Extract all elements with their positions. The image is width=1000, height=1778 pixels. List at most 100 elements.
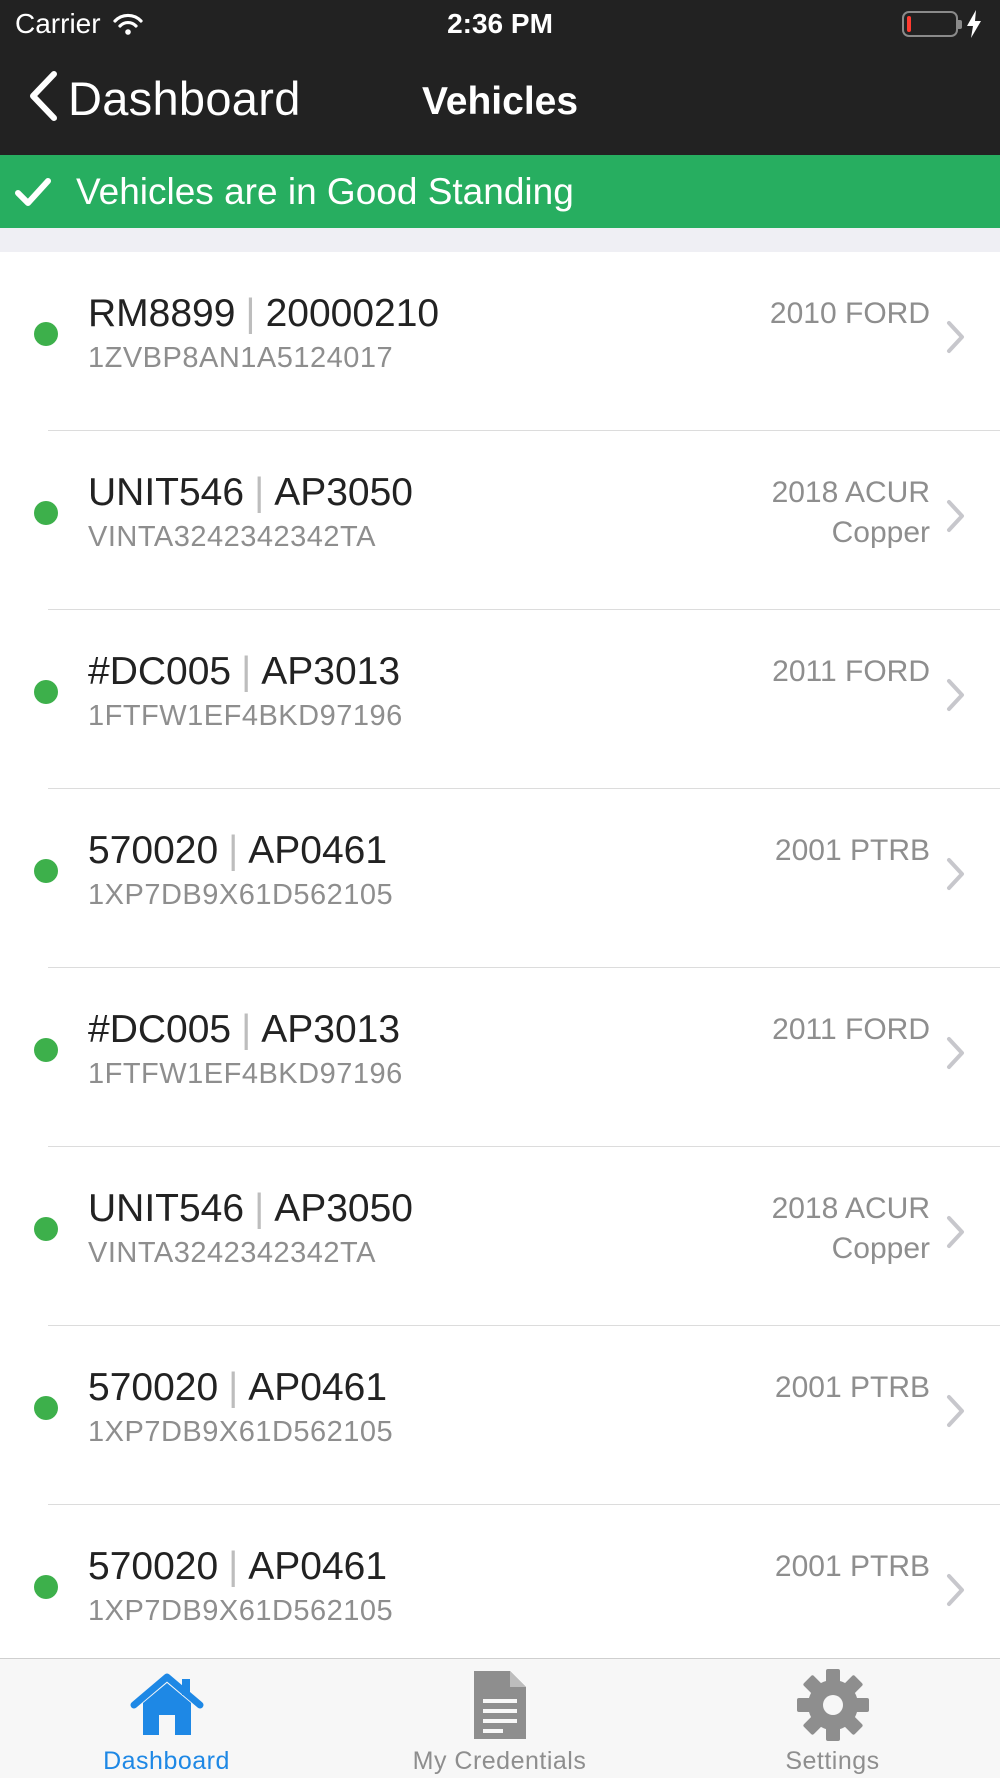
chevron-right-icon [946,1036,966,1070]
vehicle-plate: AP0461 [248,1366,388,1409]
vehicle-year-make: 2001 PTRB [774,1371,930,1404]
nav-bar: Dashboard Vehicles [0,60,1000,140]
vehicle-plate: AP3050 [274,471,413,514]
status-time: 2:36 PM [447,8,553,39]
vehicle-row[interactable]: #DC005 | AP3013 1FTFW1EF4BKD97196 2011 FOR… [0,610,1000,789]
vehicle-plate: AP3013 [261,650,401,693]
title-separator: | [228,1366,239,1409]
tab-label: Settings [785,1747,880,1775]
chevron-right-icon [946,320,966,354]
vehicle-vin: 1XP7DB9X61D562105 [88,1595,394,1627]
status-indicator [34,1038,58,1062]
vehicle-year-make: 2001 PTRB [774,834,930,867]
tab-dashboard[interactable]: Dashboard [0,1659,333,1778]
vehicle-year-make: 2001 PTRB [774,1550,930,1583]
title-separator: | [241,650,252,693]
status-right [902,10,982,38]
vehicle-title: #DC005 | AP3013 [88,1008,400,1052]
vehicle-unit: RM8899 [88,292,236,335]
title-separator: | [254,471,265,514]
status-indicator [34,501,58,525]
vehicle-color: Copper [831,516,930,549]
vehicle-details: 2010 FORD [770,294,930,334]
vehicle-unit: 570020 [88,1366,219,1409]
vehicle-plate: AP0461 [248,1545,388,1588]
vehicle-vin: 1XP7DB9X61D562105 [88,1416,394,1448]
vehicle-row[interactable]: UNIT546 | AP3050 VINTA3242342342TA 2018 AC… [0,431,1000,610]
vehicle-row[interactable]: UNIT546 | AP3050 VINTA3242342342TA 2018 AC… [0,1147,1000,1326]
vehicle-plate: AP3050 [274,1187,413,1230]
vehicle-unit: 570020 [88,829,219,872]
vehicle-year-make: 2018 ACUR [771,476,930,509]
tab-settings[interactable]: Settings [666,1659,999,1778]
vehicle-row[interactable]: RM8899 | 20000210 1ZVBP8AN1A5124017 2010 F… [0,252,1000,431]
vehicle-details: 2011 FORD [772,1010,930,1050]
status-indicator [34,322,58,346]
vehicle-vin: VINTA3242342342TA [88,521,376,553]
status-indicator [34,680,58,704]
section-divider [0,228,1000,252]
tab-bar: Dashboard My Credentials Settings [0,1658,1000,1778]
vehicle-title: UNIT546 | AP3050 [88,1187,413,1231]
vehicle-row[interactable]: 570020 | AP0461 1XP7DB9X61D562105 2001 PTR… [0,1326,1000,1505]
vehicle-unit: UNIT546 [88,471,245,514]
checkmark-icon [14,173,52,211]
vehicle-plate: AP0461 [248,829,388,872]
title-separator: | [241,1008,252,1051]
battery-icon [902,11,962,37]
chevron-right-icon [946,1573,966,1607]
title-separator: | [228,829,239,872]
tab-my-credentials[interactable]: My Credentials [333,1659,666,1778]
document-icon [472,1669,528,1741]
vehicle-color: Copper [831,1232,930,1265]
tab-label: Dashboard [103,1747,230,1775]
vehicle-unit: #DC005 [88,1008,232,1051]
vehicle-title: 570020 | AP0461 [88,829,387,873]
vehicle-unit: #DC005 [88,650,232,693]
vehicle-title: 570020 | AP0461 [88,1545,387,1589]
vehicle-details: 2011 FORD [772,652,930,692]
vehicle-details: 2001 PTRB [775,1547,930,1587]
vehicle-unit: 570020 [88,1545,219,1588]
tab-label: My Credentials [412,1747,587,1775]
home-icon [130,1669,204,1741]
vehicle-row[interactable]: 570020 | AP0461 1XP7DB9X61D562105 2001 PTR… [0,789,1000,968]
vehicle-year-make: 2018 ACUR [771,1192,930,1225]
vehicle-row[interactable]: #DC005 | AP3013 1FTFW1EF4BKD97196 2011 FOR… [0,968,1000,1147]
vehicle-title: RM8899 | 20000210 [88,292,439,336]
charging-bolt-icon [966,10,982,38]
title-separator: | [254,1187,265,1230]
status-indicator [34,1575,58,1599]
vehicle-title: 570020 | AP0461 [88,1366,387,1410]
vehicle-year-make: 2010 FORD [769,297,930,330]
title-separator: | [245,292,256,335]
vehicle-details: 2001 PTRB [775,1368,930,1408]
chevron-right-icon [946,678,966,712]
vehicle-unit: UNIT546 [88,1187,245,1230]
vehicle-details: 2018 ACUR Copper [772,473,930,553]
vehicle-vin: 1FTFW1EF4BKD97196 [88,700,403,732]
status-indicator [34,859,58,883]
status-indicator [34,1217,58,1241]
vehicle-details: 2018 ACUR Copper [772,1189,930,1269]
vehicle-year-make: 2011 FORD [772,1013,930,1046]
page-title: Vehicles [421,80,579,123]
vehicle-plate: AP3013 [261,1008,401,1051]
status-banner: Vehicles are in Good Standing [0,155,1000,228]
battery-level [907,16,911,32]
chevron-right-icon [946,1215,966,1249]
status-bar: Carrier 2:36 PM [0,0,1000,50]
vehicle-vin: 1FTFW1EF4BKD97196 [88,1058,403,1090]
vehicle-list: RM8899 | 20000210 1ZVBP8AN1A5124017 2010 F… [0,252,1000,1684]
chevron-right-icon [946,857,966,891]
chevron-right-icon [946,1394,966,1428]
vehicle-vin: 1XP7DB9X61D562105 [88,879,394,911]
gear-icon [796,1669,870,1741]
banner-text: Vehicles are in Good Standing [76,170,574,212]
vehicle-vin: VINTA3242342342TA [88,1237,376,1269]
vehicle-title: #DC005 | AP3013 [88,650,400,694]
status-indicator [34,1396,58,1420]
vehicle-plate: 20000210 [265,292,440,335]
title-separator: | [228,1545,239,1588]
top-bar: Carrier 2:36 PM Dashboard Vehicles [0,0,1000,155]
